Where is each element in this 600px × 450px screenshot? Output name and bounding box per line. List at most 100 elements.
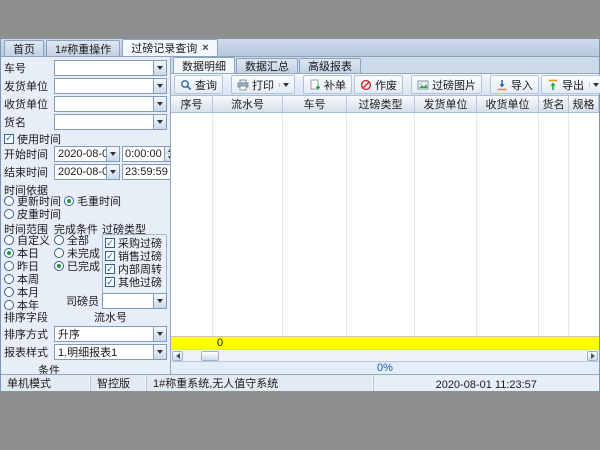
grid-column bbox=[569, 113, 599, 336]
dropdown-arrow-icon[interactable] bbox=[153, 115, 166, 129]
tab-advanced-report-label: 高级报表 bbox=[308, 58, 352, 74]
horizontal-scrollbar[interactable] bbox=[171, 349, 599, 361]
weigher-label: 司磅员 bbox=[66, 293, 102, 309]
end-time-row: 结束时间 2020-08-01 23:59:59 bbox=[4, 164, 167, 180]
status-mode-label: 单机模式 bbox=[7, 375, 51, 391]
tab-weighing-operation-label: 1#称重操作 bbox=[55, 41, 111, 57]
checkbox-icon: ✓ bbox=[105, 238, 115, 248]
export-dropdown-icon[interactable] bbox=[589, 83, 599, 87]
start-date-combo[interactable]: 2020-08-01 bbox=[54, 146, 120, 162]
tab-data-detail[interactable]: 数据明细 bbox=[173, 57, 235, 73]
scrollbar-thumb[interactable] bbox=[201, 351, 219, 361]
tab-home-label: 首页 bbox=[13, 41, 35, 57]
close-tab-icon[interactable]: × bbox=[202, 43, 208, 54]
column-header-shipper[interactable]: 发货单位 bbox=[415, 96, 477, 112]
sort-order-row: 排序方式 升序 bbox=[4, 326, 167, 342]
grid-column bbox=[415, 113, 477, 336]
status-edition-panel: 智控版 bbox=[91, 375, 147, 391]
receiver-filter-combo[interactable] bbox=[54, 96, 167, 112]
radio-tare-time[interactable]: 皮重时间 bbox=[4, 208, 61, 220]
add-document-icon bbox=[309, 79, 321, 91]
report-style-combo[interactable]: 1.明细报表1 bbox=[54, 344, 167, 360]
start-time-spinner[interactable]: 0:00:00 bbox=[122, 146, 171, 162]
radio-gross-time-label: 毛重时间 bbox=[77, 193, 121, 209]
status-bar: 单机模式 智控版 1#称重系统,无人值守系统 2020-08-01 11:23:… bbox=[1, 374, 599, 391]
radio-icon bbox=[54, 235, 64, 245]
dropdown-arrow-icon[interactable] bbox=[153, 294, 166, 308]
end-time-value: 23:59:59 bbox=[125, 166, 168, 178]
query-button-label: 查询 bbox=[195, 77, 217, 93]
column-header-weigh-type[interactable]: 过磅类型 bbox=[347, 96, 415, 112]
column-header-goods[interactable]: 货名 bbox=[539, 96, 569, 112]
void-button[interactable]: 作废 bbox=[354, 75, 403, 94]
import-button[interactable]: 导入 bbox=[490, 75, 539, 94]
grid-column bbox=[283, 113, 347, 336]
column-header-vehicle[interactable]: 车号 bbox=[283, 96, 347, 112]
column-header-index[interactable]: 序号 bbox=[171, 96, 213, 112]
vehicle-filter-combo[interactable] bbox=[54, 60, 167, 76]
column-header-receiver[interactable]: 收货单位 bbox=[477, 96, 539, 112]
radio-icon bbox=[4, 196, 14, 206]
tab-data-summary[interactable]: 数据汇总 bbox=[236, 58, 298, 73]
goods-filter-combo[interactable] bbox=[54, 114, 167, 130]
print-dropdown-icon[interactable] bbox=[279, 83, 289, 87]
spinner-buttons[interactable] bbox=[164, 147, 171, 161]
dropdown-arrow-icon[interactable] bbox=[106, 147, 119, 161]
time-range-group: 时间范围 自定义 本日 昨日 本周 本月 本年 bbox=[4, 221, 54, 309]
sort-order-value: 升序 bbox=[58, 326, 80, 342]
sort-order-combo[interactable]: 升序 bbox=[54, 326, 167, 342]
scroll-right-icon[interactable] bbox=[587, 351, 598, 361]
grid-column bbox=[539, 113, 569, 336]
radio-selected-icon bbox=[4, 248, 14, 258]
radio-range-year-label: 本年 bbox=[17, 297, 39, 313]
radio-gross-time[interactable]: 毛重时间 bbox=[64, 195, 121, 207]
weigher-combo[interactable] bbox=[102, 293, 167, 309]
radio-icon bbox=[4, 209, 14, 219]
weigh-photo-button[interactable]: 过磅图片 bbox=[411, 75, 482, 94]
tab-home[interactable]: 首页 bbox=[4, 40, 44, 56]
checkbox-icon: ✓ bbox=[105, 277, 115, 287]
end-date-combo[interactable]: 2020-08-01 bbox=[54, 164, 120, 180]
dropdown-arrow-icon[interactable] bbox=[153, 79, 166, 93]
data-tabstrip: 数据明细 数据汇总 高级报表 bbox=[171, 57, 599, 74]
checkbox-other-weigh[interactable]: ✓其他过磅 bbox=[105, 276, 165, 288]
report-style-label: 报表样式 bbox=[4, 344, 54, 360]
receiver-filter-row: 收货单位 bbox=[4, 96, 167, 112]
use-time-row: ✓ 使用时间 bbox=[4, 132, 167, 145]
results-panel: 数据明细 数据汇总 高级报表 查询 打印 补单 bbox=[171, 57, 599, 374]
column-header-serial[interactable]: 流水号 bbox=[213, 96, 283, 112]
status-edition-label: 智控版 bbox=[97, 375, 130, 391]
export-button[interactable]: 导出 bbox=[541, 75, 600, 94]
dropdown-arrow-icon[interactable] bbox=[153, 327, 166, 341]
import-button-label: 导入 bbox=[511, 77, 533, 93]
report-style-row: 报表样式 1.明细报表1 bbox=[4, 344, 167, 360]
weigh-type-box: ✓采购过磅 ✓销售过磅 ✓内部周转 ✓其他过磅 bbox=[102, 234, 167, 294]
dropdown-arrow-icon[interactable] bbox=[153, 61, 166, 75]
tab-weighing-operation[interactable]: 1#称重操作 bbox=[46, 40, 120, 56]
supplement-order-button[interactable]: 补单 bbox=[303, 75, 352, 94]
dropdown-arrow-icon[interactable] bbox=[153, 345, 166, 359]
grid-header: 序号 流水号 车号 过磅类型 发货单位 收货单位 货名 规格 bbox=[171, 96, 599, 113]
use-time-checkbox[interactable]: ✓ bbox=[4, 134, 14, 144]
scroll-left-icon[interactable] bbox=[172, 351, 183, 361]
column-header-spec[interactable]: 规格 bbox=[569, 96, 599, 112]
main-tabstrip: 首页 1#称重操作 过磅记录查询 × bbox=[1, 39, 599, 57]
print-button[interactable]: 打印 bbox=[231, 75, 295, 94]
shipper-filter-combo[interactable] bbox=[54, 78, 167, 94]
radio-finish-complete[interactable]: 已完成 bbox=[54, 260, 102, 272]
tab-advanced-report[interactable]: 高级报表 bbox=[299, 58, 361, 73]
tab-record-query[interactable]: 过磅记录查询 × bbox=[122, 39, 217, 56]
sort-field-value: 流水号 bbox=[54, 309, 167, 325]
radio-icon bbox=[54, 248, 64, 258]
progress-value: 0% bbox=[377, 362, 393, 374]
main-area: 车号 发货单位 收货单位 货名 bbox=[1, 57, 599, 374]
check-icon: ✓ bbox=[5, 134, 13, 143]
query-button[interactable]: 查询 bbox=[174, 75, 223, 94]
radio-range-year[interactable]: 本年 bbox=[4, 299, 54, 311]
supplement-order-label: 补单 bbox=[324, 77, 346, 93]
condition-title: 条件 bbox=[38, 362, 167, 374]
radio-icon bbox=[4, 261, 14, 271]
dropdown-arrow-icon[interactable] bbox=[106, 165, 119, 179]
end-time-spinner[interactable]: 23:59:59 bbox=[122, 164, 171, 180]
dropdown-arrow-icon[interactable] bbox=[153, 97, 166, 111]
